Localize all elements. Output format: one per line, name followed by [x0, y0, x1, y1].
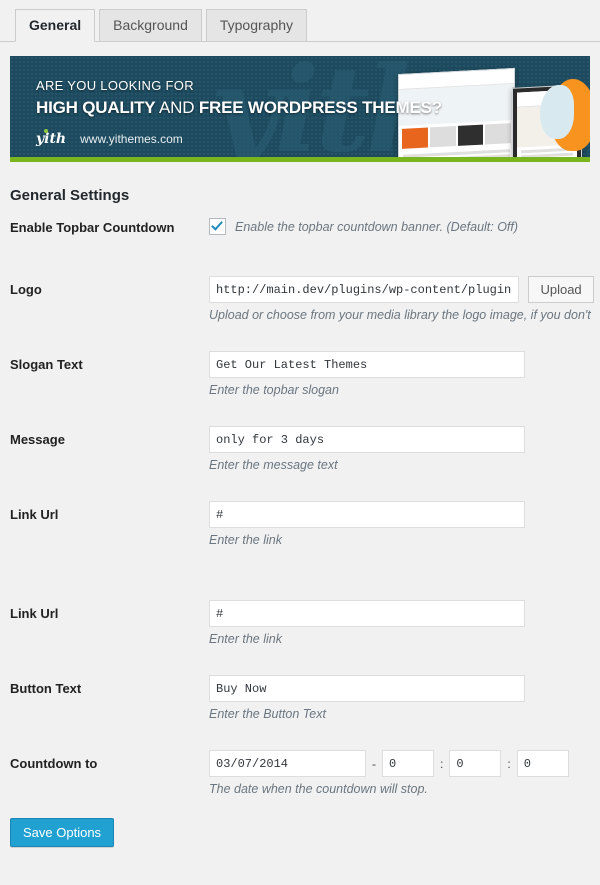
label-button-text: Button Text — [10, 681, 82, 696]
yithemes-promo-banner[interactable]: yith ARE YOU LOOKING FOR HIGH QUALITY AN… — [10, 56, 590, 162]
enable-topbar-countdown-checkbox[interactable] — [209, 218, 226, 235]
tab-background-label: Background — [113, 17, 188, 33]
settings-tab-bar: General Background Typography — [0, 0, 600, 42]
logo-input[interactable] — [209, 276, 519, 303]
row-link-url-1: Link Url Enter the link — [0, 497, 600, 596]
row-enable-topbar-countdown: Enable Topbar Countdown Enable the topba… — [0, 212, 600, 272]
message-description: Enter the message text — [209, 458, 338, 472]
row-link-url-2: Link Url Enter the link — [0, 596, 600, 671]
promo-banner-container: yith ARE YOU LOOKING FOR HIGH QUALITY AN… — [0, 42, 600, 162]
link-url-2-description: Enter the link — [209, 632, 282, 646]
message-input[interactable] — [209, 426, 525, 453]
tab-general-label: General — [29, 17, 82, 33]
banner-headline-small: ARE YOU LOOKING FOR — [36, 78, 194, 93]
tab-typography-label: Typography — [219, 17, 294, 33]
slogan-text-description: Enter the topbar slogan — [209, 383, 339, 397]
label-countdown-to: Countdown to — [10, 756, 98, 771]
link-url-1-input[interactable] — [209, 501, 525, 528]
countdown-minutes-input[interactable] — [449, 750, 502, 777]
link-url-2-input[interactable] — [209, 600, 525, 627]
label-slogan-text: Slogan Text — [10, 357, 83, 372]
banner-headline-strong-a: HIGH QUALITY — [36, 98, 156, 117]
label-link-url-2: Link Url — [10, 606, 59, 621]
label-enable-topbar-countdown: Enable Topbar Countdown — [10, 220, 175, 235]
banner-headline-block: ARE YOU LOOKING FOR HIGH QUALITY AND FRE… — [36, 78, 442, 118]
general-settings-form: Enable Topbar Countdown Enable the topba… — [0, 212, 600, 806]
mascot-icon — [540, 79, 590, 151]
slogan-text-input[interactable] — [209, 351, 525, 378]
banner-headline-strong-b: FREE WORDPRESS THEMES? — [198, 98, 442, 117]
row-countdown-to: Countdown to - : : The date when the cou… — [0, 746, 600, 806]
row-logo: Logo Upload Upload or choose from your m… — [0, 272, 600, 347]
row-slogan-text: Slogan Text Enter the topbar slogan — [0, 347, 600, 422]
banner-headline-thin: AND — [155, 98, 199, 117]
label-link-url-1: Link Url — [10, 507, 59, 522]
countdown-description: The date when the countdown will stop. — [209, 782, 428, 796]
banner-headline-large: HIGH QUALITY AND FREE WORDPRESS THEMES? — [36, 98, 442, 118]
logo-description: Upload or choose from your media library… — [209, 308, 591, 322]
form-actions: Save Options — [10, 818, 600, 847]
label-logo: Logo — [10, 282, 42, 297]
countdown-separator-colon-2: : — [507, 756, 511, 771]
link-url-1-description: Enter the link — [209, 533, 282, 547]
countdown-seconds-input[interactable] — [516, 750, 569, 777]
row-button-text: Button Text Enter the Button Text — [0, 671, 600, 746]
tab-background[interactable]: Background — [99, 9, 202, 42]
enable-topbar-countdown-description: Enable the topbar countdown banner. (Def… — [235, 219, 519, 234]
tab-general[interactable]: General — [15, 9, 96, 42]
button-text-description: Enter the Button Text — [209, 707, 326, 721]
logo-upload-button[interactable]: Upload — [528, 276, 594, 303]
label-message: Message — [10, 432, 65, 447]
countdown-hours-input[interactable] — [382, 750, 434, 777]
save-options-button[interactable]: Save Options — [10, 818, 115, 847]
banner-footer-block: yith www.yithemes.com — [36, 129, 183, 147]
button-text-input[interactable] — [209, 675, 525, 702]
countdown-separator-dash: - — [372, 756, 376, 771]
tab-typography[interactable]: Typography — [205, 9, 308, 42]
page-title: General Settings — [10, 187, 130, 204]
banner-url-label[interactable]: www.yithemes.com — [80, 132, 183, 146]
row-message: Message Enter the message text — [0, 422, 600, 497]
countdown-separator-colon-1: : — [440, 756, 444, 771]
countdown-date-input[interactable] — [209, 750, 366, 777]
yith-logo: yith — [36, 129, 67, 147]
